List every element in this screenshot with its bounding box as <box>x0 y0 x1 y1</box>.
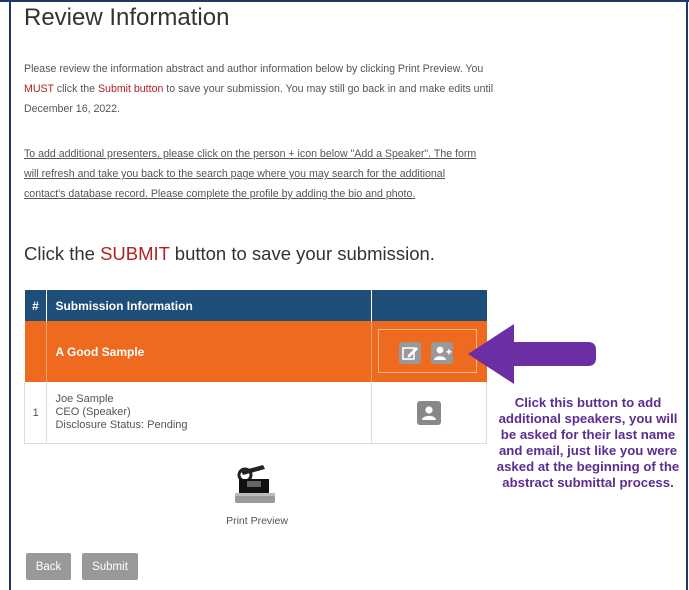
window-left-border <box>9 0 11 590</box>
print-preview-label[interactable]: Print Preview <box>212 515 302 527</box>
submit-button-link[interactable]: Submit button <box>98 83 163 95</box>
intro-text-2: click the <box>53 83 98 95</box>
abstract-row: A Good Sample <box>24 321 487 382</box>
intro-paragraph: Please review the information abstract a… <box>24 59 494 119</box>
speaker-role: CEO (Speaker) <box>55 406 131 418</box>
person-icon-glyph <box>421 405 436 420</box>
page-title: Review Information <box>24 4 230 31</box>
submission-table: # Submission Information A Good Sample 1… <box>23 290 488 444</box>
speaker-row: 1 Joe Sample CEO (Speaker) Disclosure St… <box>23 382 488 444</box>
table-header-row: # Submission Information <box>24 290 487 321</box>
abstract-title: A Good Sample <box>46 321 372 382</box>
must-emphasis: MUST <box>24 83 54 95</box>
callout-text: Click this button to add additional spea… <box>496 395 680 490</box>
header-submission-information: Submission Information <box>46 290 372 321</box>
add-person-icon-glyph <box>433 346 452 360</box>
add-speaker-icon[interactable] <box>430 342 453 364</box>
speaker-profile-icon[interactable] <box>416 400 441 425</box>
back-button[interactable]: Back <box>26 553 71 580</box>
add-presenters-note[interactable]: To add additional presenters, please cli… <box>24 144 486 204</box>
submit-button[interactable]: Submit <box>82 553 138 580</box>
speaker-info: Joe Sample CEO (Speaker) Disclosure Stat… <box>46 382 372 444</box>
callout-arrow <box>468 324 596 384</box>
window-top-border <box>0 0 689 2</box>
header-actions <box>371 290 487 321</box>
printer-icon[interactable] <box>231 463 279 505</box>
submit-heading-after: button to save your submission. <box>169 243 435 264</box>
submit-heading-before: Click the <box>24 243 101 264</box>
speaker-number: 1 <box>23 382 48 444</box>
intro-text-1: Please review the information abstract a… <box>24 63 484 75</box>
submit-heading: Click the SUBMIT button to save your sub… <box>24 243 435 265</box>
window-right-border <box>686 0 688 590</box>
speaker-disclosure: Disclosure Status: Pending <box>55 419 188 431</box>
header-number: # <box>24 290 48 321</box>
printer-icon-glyph <box>235 465 275 503</box>
speaker-name: Joe Sample <box>55 393 114 405</box>
submit-keyword: SUBMIT <box>100 243 170 264</box>
edit-icon-glyph <box>401 347 418 360</box>
edit-icon[interactable] <box>398 342 421 364</box>
